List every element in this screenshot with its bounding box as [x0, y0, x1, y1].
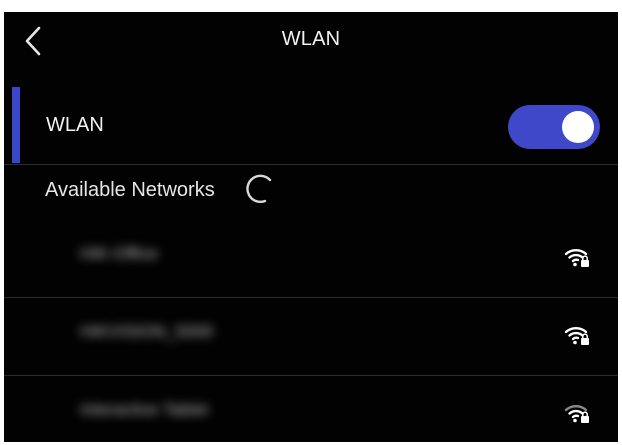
selection-indicator — [12, 87, 20, 163]
available-networks-heading: Available Networks — [45, 179, 215, 201]
wlan-toggle-label: WLAN — [46, 114, 104, 136]
wifi-locked-icon — [564, 246, 590, 268]
divider — [4, 164, 618, 165]
wlan-settings-screen: WLAN WLAN Available Networks HIK-Office … — [4, 12, 618, 442]
network-list-item[interactable]: HIKVISION_5000 — [4, 298, 618, 374]
wlan-toggle-row[interactable]: WLAN — [4, 87, 618, 163]
wlan-toggle-switch[interactable] — [508, 105, 600, 149]
header-bar: WLAN — [4, 12, 618, 72]
network-ssid: Interactive Tablet — [80, 400, 209, 419]
toggle-knob — [562, 111, 594, 143]
network-ssid: HIKVISION_5000 — [80, 322, 214, 341]
wifi-locked-icon — [564, 402, 590, 424]
wifi-locked-icon — [564, 324, 590, 346]
network-list-item[interactable]: HIK-Office — [4, 220, 618, 296]
network-list-item[interactable]: Interactive Tablet — [4, 376, 618, 442]
page-title: WLAN — [281, 28, 341, 50]
loading-spinner-icon — [246, 174, 272, 203]
network-ssid: HIK-Office — [80, 244, 159, 263]
